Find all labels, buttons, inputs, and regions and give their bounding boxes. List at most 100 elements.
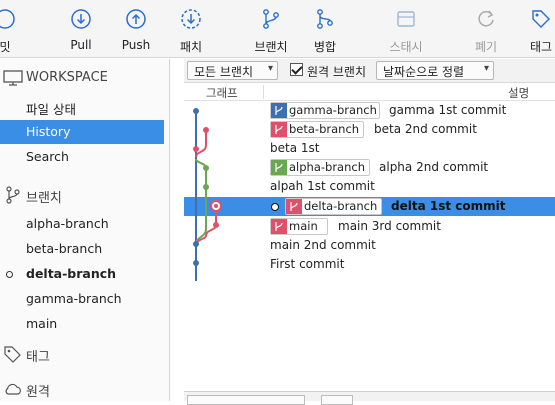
- toolbar-label: 브랜치: [254, 40, 288, 54]
- column-header: 그래프 설명: [184, 83, 555, 101]
- sidebar-item-label: Search: [26, 149, 69, 164]
- graph-node: [203, 184, 209, 190]
- toolbar-label: Push: [121, 38, 151, 52]
- remotes-section[interactable]: 원격: [0, 377, 170, 401]
- sidebar-item-gamma-branch[interactable]: gamma-branch: [0, 287, 164, 311]
- column-divider[interactable]: [263, 85, 264, 99]
- bottom-dropdown[interactable]: [187, 395, 305, 405]
- graph-node: [193, 146, 199, 152]
- sort-dropdown-value: 날짜순으로 정렬: [383, 65, 465, 79]
- sidebar-item-history[interactable]: History: [0, 120, 164, 144]
- commit-button[interactable]: 밋: [0, 8, 30, 55]
- cloud-icon: [5, 383, 21, 395]
- filter-bar: 모든 브랜치 ▾ 원격 브랜치 날짜순으로 정렬 ▾: [184, 59, 555, 83]
- sidebar-item-file-status[interactable]: 파일 상태: [0, 95, 164, 119]
- discard-icon: [478, 10, 494, 27]
- sidebar-item-alpha-branch[interactable]: alpha-branch: [0, 212, 164, 236]
- commit-graph: [193, 108, 222, 281]
- sidebar: WORKSPACE 파일 상태 History Search 브랜치 alpha…: [0, 59, 170, 401]
- sidebar-item-beta-branch[interactable]: beta-branch: [0, 237, 164, 261]
- pull-icon: [71, 9, 91, 29]
- remote-branches-label: 원격 브랜치: [307, 65, 367, 79]
- bottom-bar: [184, 391, 555, 405]
- sidebar-item-label: beta-branch: [26, 241, 103, 256]
- branch-label-text: gamma-branch: [289, 103, 377, 117]
- push-button[interactable]: Push: [111, 8, 161, 52]
- toolbar-label: 태그: [529, 40, 553, 54]
- merge-button[interactable]: 병합: [300, 8, 350, 55]
- sidebar-item-label: alpha-branch: [26, 216, 109, 231]
- sidebar-item-label: 파일 상태: [26, 102, 76, 117]
- sidebar-item-label: delta-branch: [26, 266, 117, 281]
- commit-message: alpah 1st commit: [270, 179, 375, 193]
- branches-dropdown[interactable]: 모든 브랜치 ▾: [187, 61, 278, 80]
- sidebar-item-search[interactable]: Search: [0, 145, 164, 169]
- tags-title: 태그: [26, 350, 50, 365]
- branch-icon: [263, 9, 279, 29]
- graph-node: [203, 165, 209, 171]
- sidebar-item-label: main: [26, 316, 58, 331]
- graph-node: [213, 222, 219, 228]
- branch-icon: [271, 219, 287, 234]
- sidebar-item-delta-branch[interactable]: delta-branch: [0, 262, 164, 286]
- toolbar-label: 패치: [179, 40, 203, 54]
- branch-label-text: main: [289, 219, 318, 233]
- branch-label-text: delta-branch: [304, 199, 378, 213]
- branches-section[interactable]: 브랜치: [0, 183, 170, 207]
- branch-label: delta-branch: [285, 198, 382, 215]
- tag-icon: [4, 346, 21, 363]
- chevron-down-icon: ▾: [483, 63, 489, 74]
- toolbar: 밋 Pull Push 패치 브랜치 병합 스태시 폐기 태그: [0, 0, 555, 58]
- remote-branches-checkbox[interactable]: [290, 63, 303, 76]
- fetch-icon: [181, 9, 201, 29]
- pull-button[interactable]: Pull: [56, 8, 106, 52]
- commit-message: main 3rd commit: [338, 219, 441, 233]
- graph-lane-green: [195, 158, 207, 245]
- push-icon: [126, 9, 146, 29]
- toolbar-label: 스태시: [389, 40, 423, 54]
- graph-node: [203, 127, 209, 133]
- tag-icon: [532, 10, 550, 28]
- current-branch-indicator: [6, 271, 13, 278]
- graph-node: [193, 260, 199, 266]
- tags-section[interactable]: 태그: [0, 342, 170, 366]
- fetch-button[interactable]: 패치: [166, 8, 216, 55]
- commit-icon: [0, 9, 15, 29]
- discard-button[interactable]: 폐기: [461, 8, 511, 55]
- toolbar-label: 폐기: [474, 40, 498, 54]
- commit-message: beta 1st: [270, 141, 320, 155]
- monitor-icon: [3, 70, 23, 86]
- branch-icon: [6, 186, 20, 204]
- graph-node: [193, 108, 199, 114]
- branch-label-text: beta-branch: [289, 122, 360, 136]
- branch-label: beta-branch: [270, 121, 364, 138]
- commit-message: beta 2nd commit: [374, 122, 477, 136]
- toolbar-label: 병합: [313, 40, 337, 54]
- workspace-title: WORKSPACE: [26, 70, 108, 85]
- stash-button[interactable]: 스태시: [381, 8, 431, 55]
- branch-icon: [286, 199, 302, 214]
- sidebar-item-main[interactable]: main: [0, 312, 164, 336]
- branch-label-text: alpha-branch: [289, 160, 366, 174]
- merge-icon: [317, 9, 333, 29]
- tag-button[interactable]: 태그: [516, 8, 555, 55]
- description-column-header[interactable]: 설명: [508, 85, 529, 101]
- sidebar-item-label: History: [26, 124, 71, 139]
- commit-message: delta 1st commit: [391, 199, 506, 213]
- stash-icon: [397, 11, 415, 27]
- commit-message: alpha 2nd commit: [379, 160, 489, 174]
- branches-dropdown-value: 모든 브랜치: [194, 65, 254, 79]
- commit-message: main 2nd commit: [270, 238, 376, 252]
- graph-column-header[interactable]: 그래프: [206, 85, 238, 101]
- head-indicator: [271, 203, 279, 211]
- sort-dropdown[interactable]: 날짜순으로 정렬 ▾: [376, 61, 494, 80]
- remotes-title: 원격: [26, 385, 50, 400]
- chevron-down-icon: ▾: [267, 63, 273, 74]
- branches-title: 브랜치: [26, 191, 62, 206]
- branch-button[interactable]: 브랜치: [246, 8, 296, 55]
- commit-message: First commit: [270, 257, 345, 271]
- workspace-section[interactable]: WORKSPACE: [0, 66, 170, 90]
- sidebar-item-label: gamma-branch: [26, 291, 122, 306]
- commit-message: gamma 1st commit: [389, 103, 507, 117]
- bottom-button[interactable]: [321, 395, 353, 405]
